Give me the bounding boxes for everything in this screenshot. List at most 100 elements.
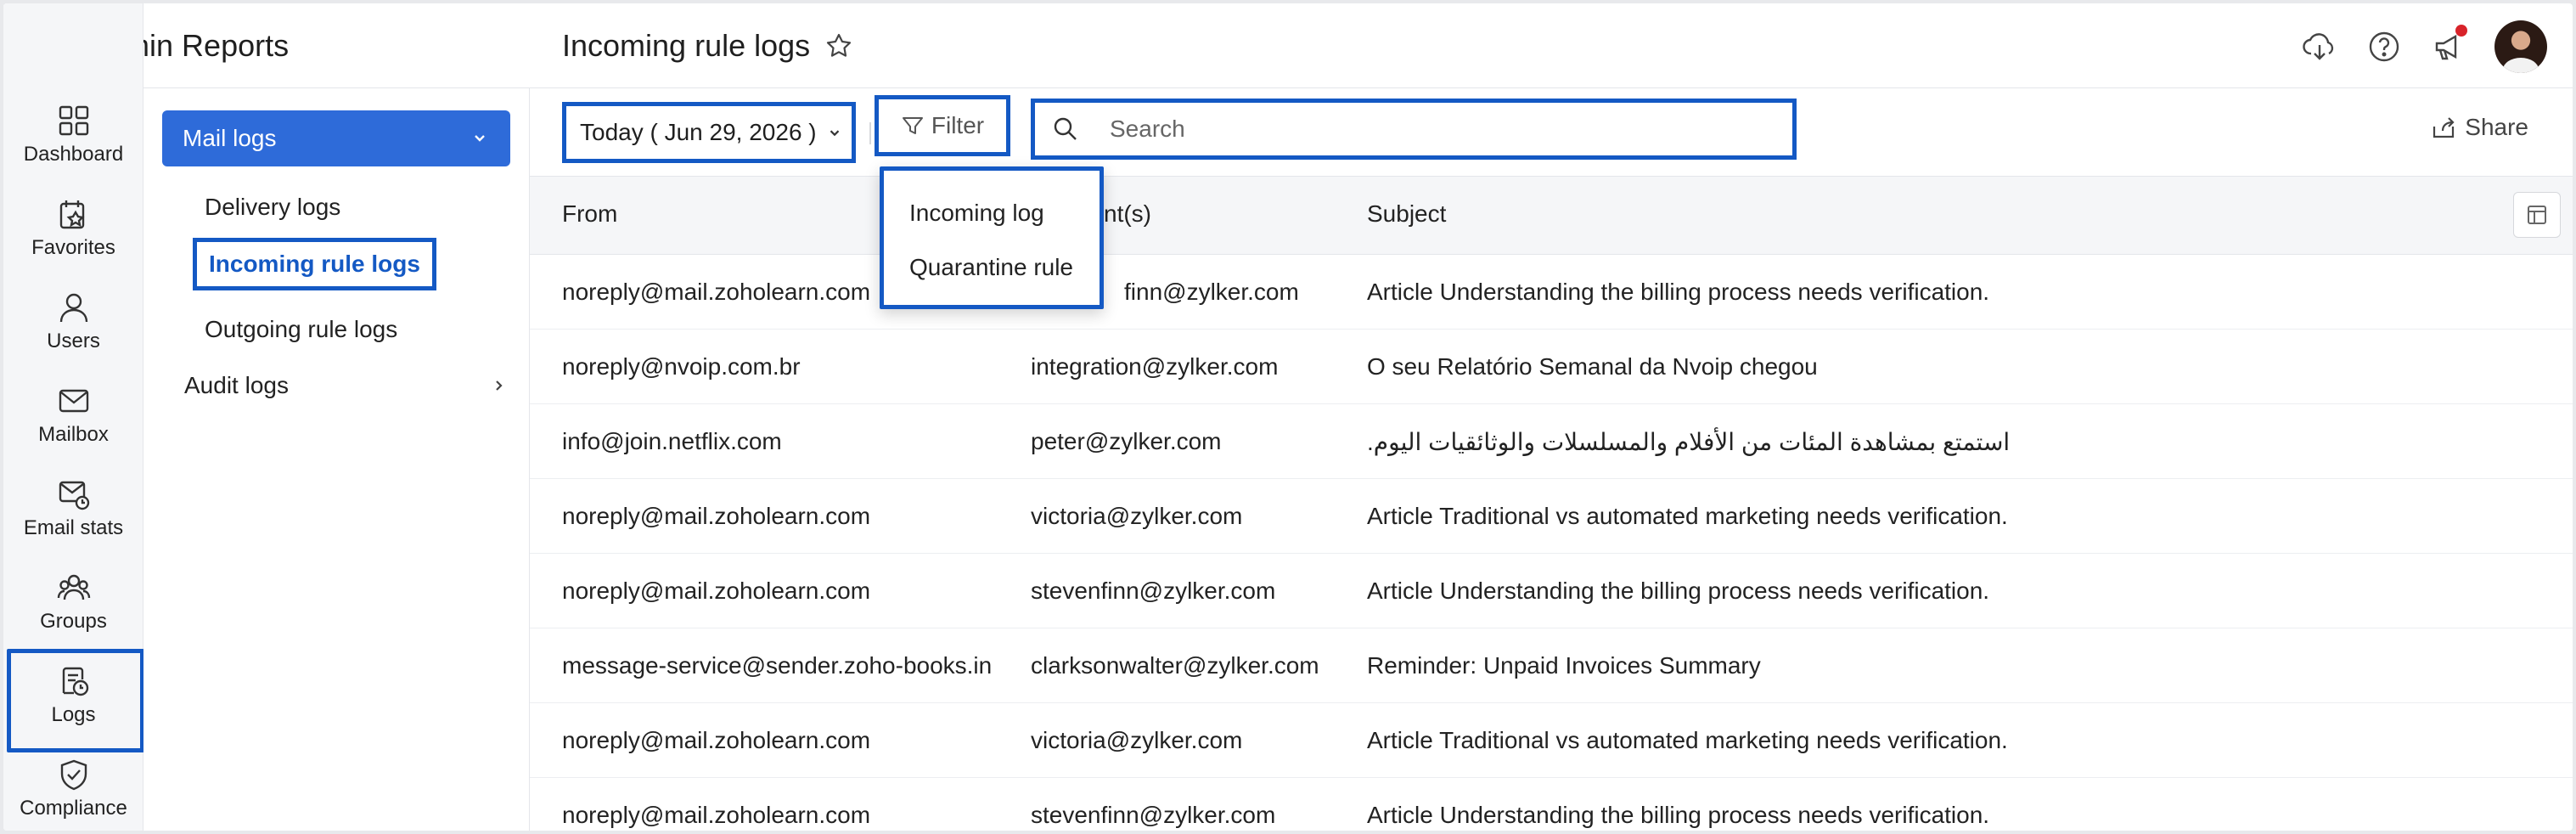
- date-range-label: Today ( Jun 29, 2026 ): [580, 119, 817, 145]
- filter-button[interactable]: Filter: [875, 95, 1010, 156]
- column-header-recipients[interactable]: nt(s): [1104, 200, 1151, 228]
- cell-from: message-service@sender.zoho-books.in: [562, 652, 993, 679]
- column-header-from[interactable]: From: [562, 200, 617, 228]
- filter-icon: [902, 117, 923, 134]
- avatar[interactable]: [2494, 20, 2547, 73]
- rail-item-label: Favorites: [31, 236, 115, 259]
- cell-from: noreply@mail.zoholearn.com: [562, 279, 871, 305]
- nav-rail: Dashboard Favorites Users Mailbox Email …: [3, 3, 144, 831]
- table-row[interactable]: noreply@mail.zoholearn.com finn@zylker.c…: [530, 255, 2573, 330]
- email-stats-icon: [59, 481, 89, 510]
- cell-subject: Article Traditional vs automated marketi…: [1367, 503, 2008, 529]
- cell-from: info@join.netflix.com: [562, 428, 782, 454]
- column-settings-button[interactable]: [2513, 192, 2561, 238]
- cell-recipient: finn@zylker.com: [1124, 279, 1299, 305]
- search-box[interactable]: [1031, 99, 1797, 160]
- subnav-item-outgoing-rule-logs[interactable]: Outgoing rule logs: [205, 316, 397, 343]
- rail-item-groups[interactable]: Groups: [3, 555, 143, 649]
- table-row[interactable]: noreply@mail.zoholearn.com victoria@zylk…: [530, 703, 2573, 778]
- table-row[interactable]: noreply@mail.zoholearn.com stevenfinn@zy…: [530, 554, 2573, 628]
- cell-from: noreply@mail.zoholearn.com: [562, 503, 871, 529]
- star-icon[interactable]: [825, 32, 852, 59]
- column-header-subject[interactable]: Subject: [1367, 200, 1446, 228]
- chevron-down-icon: [475, 135, 485, 142]
- cell-recipient: stevenfinn@zylker.com: [1031, 802, 1276, 828]
- user-icon: [59, 293, 87, 323]
- logs-icon: [62, 667, 88, 696]
- cell-from: noreply@mail.zoholearn.com: [562, 578, 871, 604]
- cell-recipient: victoria@zylker.com: [1031, 503, 1243, 529]
- help-icon[interactable]: [2365, 28, 2403, 65]
- table-row[interactable]: message-service@sender.zoho-books.in cla…: [530, 628, 2573, 703]
- table-header: From nt(s) Subject: [530, 177, 2573, 255]
- toolbar-divider: [869, 122, 871, 144]
- cell-recipient: clarksonwalter@zylker.com: [1031, 652, 1319, 679]
- favorites-icon: [59, 200, 84, 229]
- rail-item-users[interactable]: Users: [3, 275, 143, 369]
- chevron-down-icon: [830, 130, 839, 137]
- rail-item-label: Users: [47, 330, 100, 352]
- audit-logs-section[interactable]: Audit logs: [184, 372, 515, 399]
- cell-recipient: stevenfinn@zylker.com: [1031, 578, 1276, 604]
- cell-subject: Article Understanding the billing proces…: [1367, 802, 1990, 828]
- search-icon: [1054, 117, 1077, 140]
- page-header: Incoming rule logs: [530, 3, 2573, 88]
- date-range-selector[interactable]: Today ( Jun 29, 2026 ): [562, 102, 856, 163]
- table-row[interactable]: noreply@nvoip.com.br integration@zylker.…: [530, 330, 2573, 404]
- rail-item-label: Mailbox: [38, 423, 109, 446]
- rail-item-compliance[interactable]: Compliance: [3, 742, 143, 831]
- groups-icon: [57, 574, 90, 600]
- rail-item-label: Email stats: [23, 516, 124, 539]
- rail-item-logs[interactable]: Logs: [3, 649, 144, 752]
- cell-subject: Article Understanding the billing proces…: [1367, 279, 1990, 305]
- cell-subject: Reminder: Unpaid Invoices Summary: [1367, 652, 1761, 679]
- cell-from: noreply@mail.zoholearn.com: [562, 802, 871, 828]
- header-actions: [2301, 20, 2547, 73]
- rail-item-email-stats[interactable]: Email stats: [3, 462, 143, 555]
- filter-option-quarantine-rule[interactable]: Quarantine rule: [909, 254, 1073, 281]
- announcements-button[interactable]: [2430, 25, 2467, 65]
- table-columns-icon: [2528, 206, 2546, 224]
- table-row[interactable]: noreply@mail.zoholearn.com stevenfinn@zy…: [530, 778, 2573, 831]
- rail-item-favorites[interactable]: Favorites: [3, 182, 143, 275]
- table-row[interactable]: noreply@mail.zoholearn.com victoria@zylk…: [530, 479, 2573, 554]
- toolbar: Today ( Jun 29, 2026 ) Filter Share: [530, 88, 2573, 177]
- cloud-download-icon[interactable]: [2301, 28, 2338, 65]
- rail-item-label: Dashboard: [23, 143, 124, 166]
- rail-item-mailbox[interactable]: Mailbox: [3, 369, 143, 462]
- page-title: Incoming rule logs: [562, 27, 811, 63]
- cell-from: noreply@nvoip.com.br: [562, 353, 801, 380]
- logs-table: From nt(s) Subject noreply@mail.zoholear…: [530, 177, 2573, 831]
- notification-dot: [2455, 25, 2467, 37]
- filter-option-incoming-log[interactable]: Incoming log: [909, 200, 1044, 227]
- cell-subject: Article Traditional vs automated marketi…: [1367, 727, 2008, 753]
- share-button[interactable]: Share: [2431, 114, 2528, 141]
- search-input[interactable]: [1110, 116, 1755, 143]
- mail-logs-label: Mail logs: [183, 125, 277, 151]
- cell-subject: O seu Relatório Semanal da Nvoip chegou: [1367, 353, 1818, 380]
- rail-item-dashboard[interactable]: Dashboard: [3, 88, 143, 182]
- app-window: Admin Reports Dashboard Favorites Users …: [3, 3, 2573, 831]
- compliance-icon: [60, 759, 87, 791]
- cell-from: noreply@mail.zoholearn.com: [562, 727, 871, 753]
- cell-subject: استمتع بمشاهدة المئات من الأفلام والمسلس…: [1367, 429, 2011, 455]
- subnav-item-delivery-logs[interactable]: Delivery logs: [205, 194, 340, 221]
- cell-recipient: victoria@zylker.com: [1031, 727, 1243, 753]
- cell-recipient: integration@zylker.com: [1031, 353, 1279, 380]
- cell-subject: Article Understanding the billing proces…: [1367, 578, 1990, 604]
- filter-dropdown: Incoming log Quarantine rule: [880, 166, 1104, 309]
- mail-logs-section[interactable]: Mail logs: [162, 110, 510, 166]
- share-icon: [2433, 117, 2455, 138]
- subnav-item-incoming-rule-logs[interactable]: Incoming rule logs: [193, 238, 436, 290]
- filter-label: Filter: [931, 112, 985, 138]
- share-label: Share: [2465, 114, 2528, 140]
- rail-item-label: Compliance: [20, 797, 127, 820]
- table-row[interactable]: info@join.netflix.com peter@zylker.com ا…: [530, 404, 2573, 479]
- cell-recipient: peter@zylker.com: [1031, 428, 1222, 454]
- rail-item-label: Groups: [40, 610, 107, 633]
- audit-logs-label: Audit logs: [184, 372, 289, 398]
- secondary-nav: Mail logs Delivery logs Incoming rule lo…: [143, 88, 530, 831]
- chevron-right-icon: [496, 380, 503, 391]
- rail-item-label: Logs: [51, 703, 96, 726]
- mailbox-icon: [59, 389, 88, 413]
